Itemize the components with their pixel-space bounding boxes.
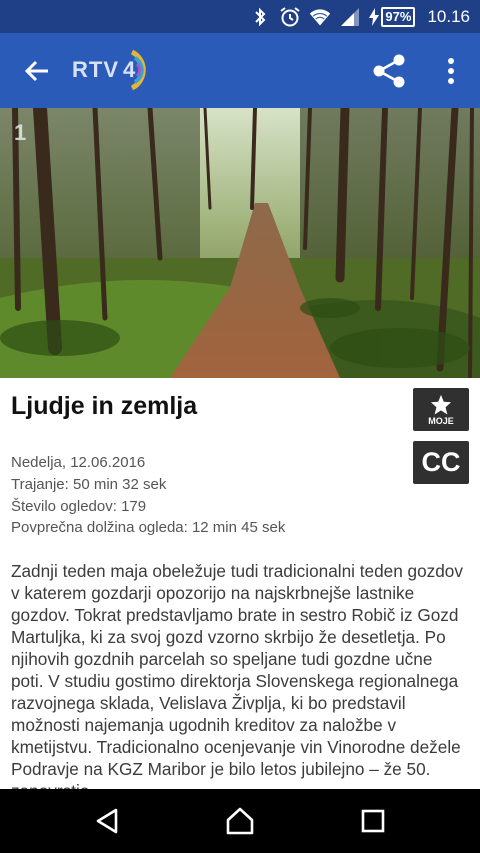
- bluetooth-icon: [249, 6, 271, 28]
- nav-recents-icon: [361, 809, 385, 833]
- channel-watermark: 1: [14, 120, 27, 145]
- cell-signal-icon: [339, 6, 361, 28]
- star-icon: [430, 394, 452, 415]
- closed-captions-button[interactable]: CC: [413, 441, 469, 484]
- logo-text: RTV: [72, 57, 119, 82]
- moje-favorite-button[interactable]: MOJE: [413, 388, 469, 431]
- program-title: Ljudje in zemlja: [11, 392, 198, 420]
- average-view-length: Povprečna dolžina ogleda: 12 min 45 sek: [11, 519, 286, 537]
- moje-label: MOJE: [428, 415, 454, 426]
- status-time: 10.16: [427, 6, 470, 26]
- battery-charging-icon: 97%: [369, 6, 416, 27]
- logo-swoosh-icon: [131, 49, 146, 91]
- more-vert-icon: [448, 58, 454, 84]
- rtv4-logo: RTV 4: [72, 47, 154, 93]
- back-arrow-icon: [24, 60, 48, 82]
- video-thumbnail[interactable]: 1: [0, 108, 480, 378]
- share-icon: [373, 54, 405, 88]
- program-meta: Nedelja, 12.06.2016 Trajanje: 50 min 32 …: [11, 452, 285, 539]
- duration: Trajanje: 50 min 32 sek: [11, 475, 167, 493]
- nav-home-button[interactable]: [215, 801, 265, 841]
- status-bar: 97% 10.16: [0, 0, 480, 33]
- back-button[interactable]: [16, 53, 58, 89]
- alarm-icon: [279, 6, 301, 28]
- status-icons: 97% 10.16: [249, 0, 470, 33]
- system-nav-bar: [0, 789, 480, 853]
- nav-back-icon: [96, 808, 118, 834]
- program-description: Zadnji teden maja obeležuje tudi tradici…: [11, 561, 463, 789]
- wifi-icon: [309, 6, 331, 28]
- share-button[interactable]: [368, 51, 410, 91]
- nav-home-icon: [226, 807, 254, 835]
- air-date: Nedelja, 12.06.2016: [11, 454, 146, 471]
- nav-recents-button[interactable]: [348, 801, 398, 841]
- cc-label: CC: [421, 447, 461, 477]
- forest-path-image: [0, 108, 480, 378]
- more-options-button[interactable]: [436, 51, 466, 91]
- view-count: Število ogledov: 179: [11, 497, 147, 515]
- battery-percent: 97%: [381, 6, 416, 27]
- app-toolbar: RTV 4: [0, 33, 480, 108]
- nav-back-button[interactable]: [82, 801, 132, 841]
